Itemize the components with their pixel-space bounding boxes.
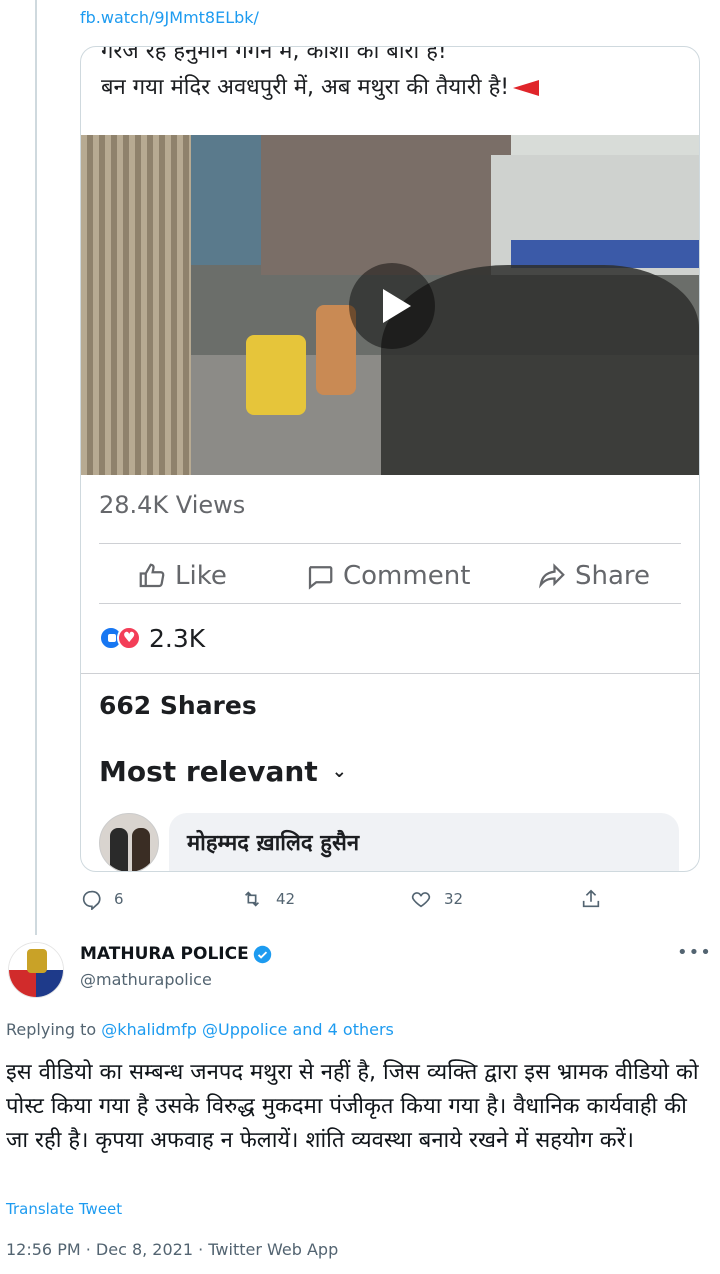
reactions-summary[interactable]: 2.3K bbox=[99, 621, 205, 655]
share-arrow-icon bbox=[538, 563, 565, 589]
play-icon[interactable] bbox=[349, 263, 435, 349]
comment-bubble: मोहम्मद ख़ालिद हुसैन bbox=[169, 813, 679, 871]
caption-line-2: बन गया मंदिर अवधपुरी में, अब मथुरा की तै… bbox=[101, 71, 540, 105]
account-display-name[interactable]: MATHURA POLICE bbox=[80, 944, 272, 964]
divider bbox=[99, 603, 681, 604]
reply-mentions[interactable]: @khalidmfp @Uppolice and 4 others bbox=[101, 1020, 394, 1039]
retweet-icon bbox=[244, 891, 260, 907]
reply-button[interactable]: 6 bbox=[80, 884, 124, 914]
replying-to: Replying to @khalidmfp @Uppolice and 4 o… bbox=[6, 1020, 394, 1039]
comment-button[interactable]: Comment bbox=[305, 551, 470, 601]
facebook-embed-card[interactable]: गरज रहे हनुमान गगन में, काशी की बारी है!… bbox=[80, 46, 700, 872]
video-thumbnail[interactable] bbox=[81, 135, 699, 475]
upload-share-icon bbox=[582, 889, 600, 908]
caption-line-1: गरज रहे हनुमान गगन में, काशी की बारी है! bbox=[101, 46, 447, 64]
reactions-count: 2.3K bbox=[149, 623, 206, 653]
flag-icon bbox=[513, 80, 540, 96]
thumbs-up-icon bbox=[139, 563, 165, 588]
retweet-button[interactable]: 42 bbox=[240, 884, 295, 914]
chevron-down-icon: ⌄ bbox=[331, 761, 347, 782]
more-options-icon[interactable]: ••• bbox=[677, 942, 712, 963]
video-link[interactable]: fb.watch/9JMmt8ELbk/ bbox=[80, 8, 259, 27]
like-button[interactable]: Like bbox=[137, 551, 227, 601]
views-count: 28.4K Views bbox=[99, 491, 246, 519]
fb-action-bar: Like Comment Share bbox=[81, 551, 699, 601]
quoted-tweet-actions: 6 42 32 bbox=[80, 884, 700, 914]
reply-icon bbox=[82, 890, 101, 910]
police-emblem-icon bbox=[27, 949, 47, 973]
translate-tweet-link[interactable]: Translate Tweet bbox=[6, 1200, 122, 1218]
comment-icon bbox=[308, 566, 333, 590]
love-reaction-icon bbox=[117, 626, 141, 650]
account-handle[interactable]: @mathurapolice bbox=[80, 970, 212, 989]
comment-author[interactable]: मोहम्मद ख़ालिद हुसैन bbox=[187, 827, 359, 857]
like-tweet-button[interactable]: 32 bbox=[410, 884, 463, 914]
shares-count[interactable]: 662 Shares bbox=[99, 691, 257, 720]
divider bbox=[81, 673, 699, 674]
share-tweet-button[interactable] bbox=[580, 884, 614, 914]
verified-badge-icon bbox=[253, 945, 271, 963]
share-button[interactable]: Share bbox=[537, 551, 650, 601]
tweet-body: इस वीडियो का सम्बन्ध जनपद मथुरा से नहीं … bbox=[6, 1060, 699, 1153]
embed-caption: गरज रहे हनुमान गगन में, काशी की बारी है!… bbox=[101, 46, 540, 105]
divider bbox=[99, 543, 681, 544]
mathura-police-avatar[interactable] bbox=[8, 942, 64, 998]
thread-line bbox=[35, 0, 37, 935]
commenter-avatar[interactable] bbox=[99, 813, 159, 871]
tweet-timestamp[interactable]: 12:56 PM · Dec 8, 2021 · Twitter Web App bbox=[6, 1240, 338, 1259]
comment-sort-dropdown[interactable]: Most relevant ⌄ bbox=[99, 755, 347, 788]
heart-icon bbox=[411, 892, 431, 908]
